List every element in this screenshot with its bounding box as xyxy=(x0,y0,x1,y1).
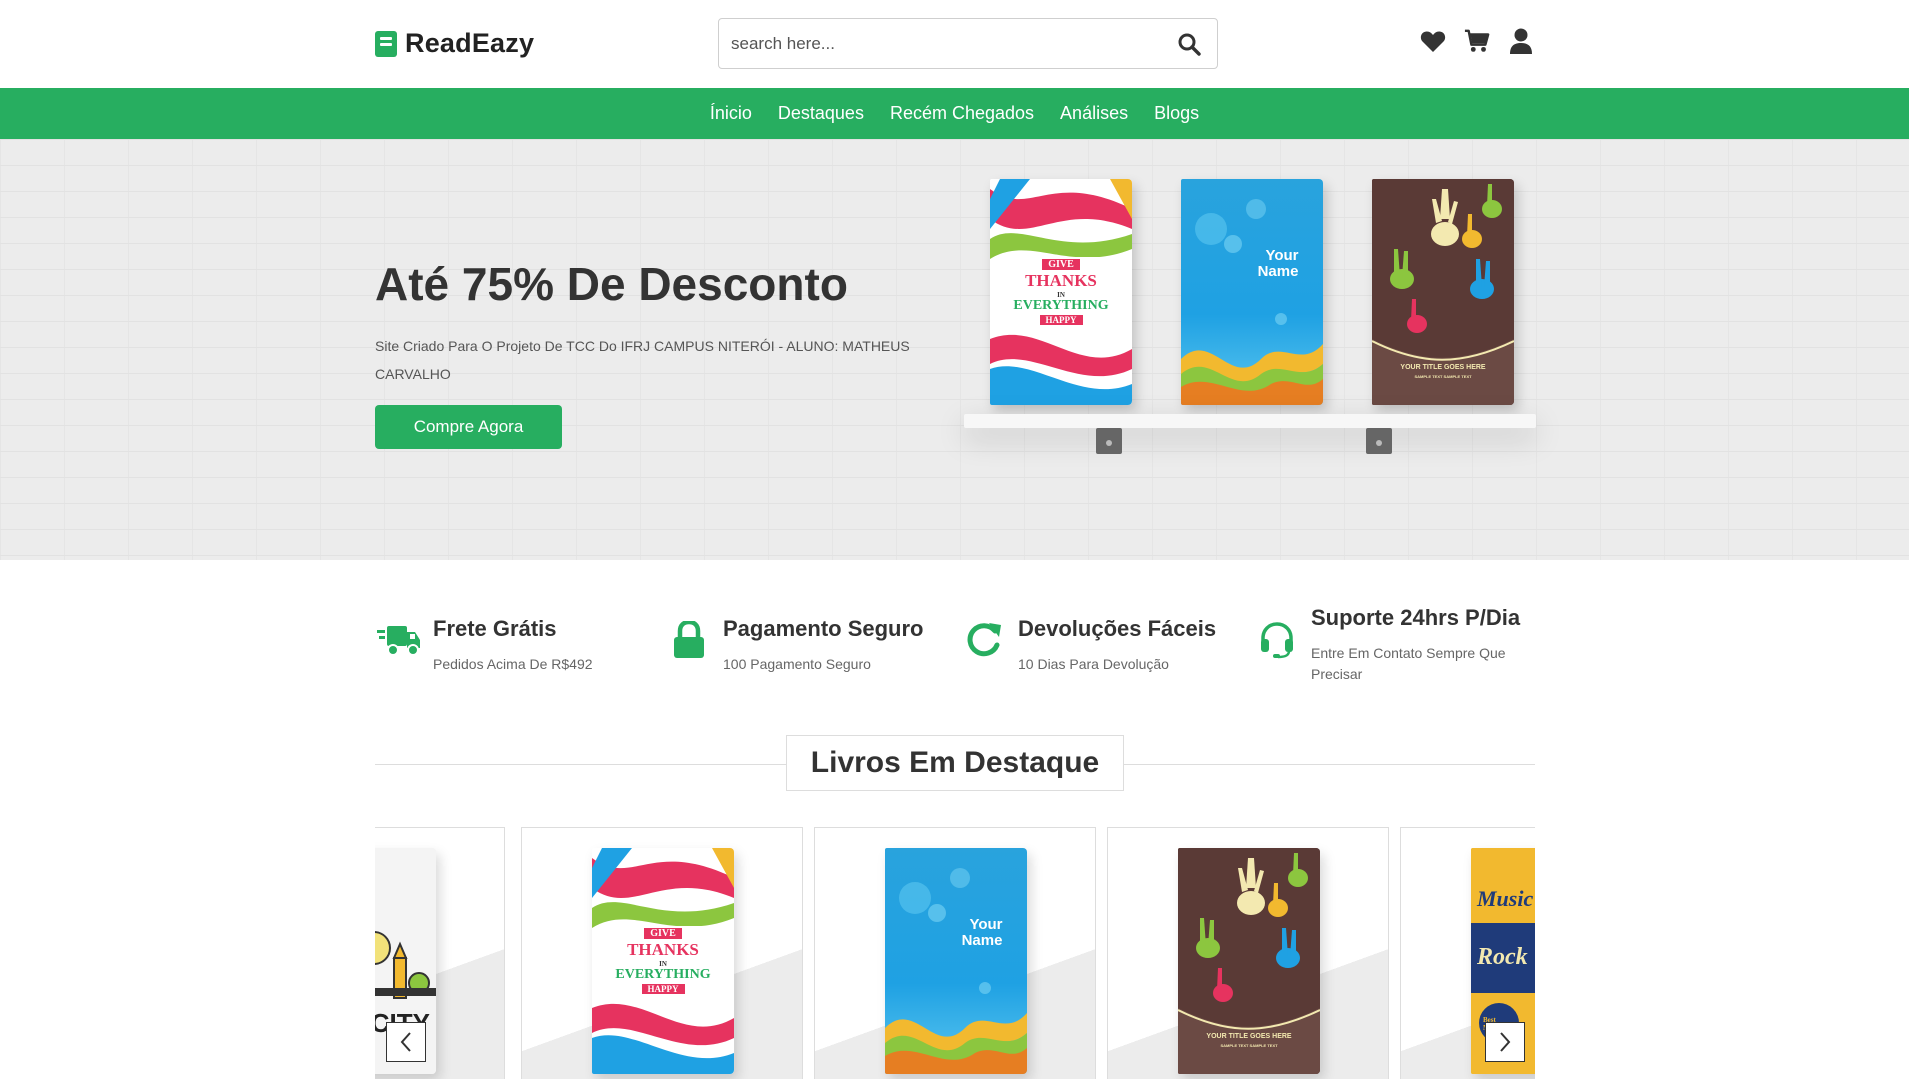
search-button[interactable] xyxy=(1161,19,1217,68)
feature-title: Frete Grátis xyxy=(433,616,557,641)
search-icon xyxy=(1178,33,1201,56)
nav-item-blogs[interactable]: Blogs xyxy=(1154,103,1199,124)
cover-thanks-text: THANKS xyxy=(627,940,699,959)
feature-secure-payment: Pagamento Seguro 100 Pagamento Seguro xyxy=(665,600,923,675)
book-cover-hands: YOUR TITLE GOES HERE SAMPLE TEXT SAMPLE … xyxy=(1178,848,1320,1074)
headset-icon xyxy=(1253,616,1301,664)
shelf-bracket-right xyxy=(1366,428,1392,454)
brand-name: ReadEazy xyxy=(405,28,535,58)
book-card[interactable]: Your Name xyxy=(814,827,1096,1079)
book-cover-art xyxy=(1372,179,1514,405)
cart-icon xyxy=(1464,29,1490,52)
cover-give-text: GIVE xyxy=(644,928,682,939)
logo[interactable]: ReadEazy xyxy=(375,28,534,59)
cover-title-text: YOUR TITLE GOES HERE xyxy=(1206,1033,1292,1040)
carousel-prev-button[interactable] xyxy=(386,1022,426,1062)
cover-everything-text: EVERYTHING xyxy=(1013,298,1109,313)
hero-book-hands[interactable]: YOUR TITLE GOES HERE SAMPLE TEXT SAMPLE … xyxy=(1372,179,1514,405)
cover-name-text: Name xyxy=(961,932,1003,949)
feature-desc: Pedidos Acima De R$492 xyxy=(433,656,593,672)
feature-easy-returns: Devoluções Fáceis 10 Dias Para Devolução xyxy=(960,600,1216,675)
feature-title: Devoluções Fáceis xyxy=(1018,616,1217,641)
nav-item-analises[interactable]: Análises xyxy=(1060,103,1128,124)
feature-support: Suporte 24hrs P/Dia Entre Em Contato Sem… xyxy=(1253,589,1541,685)
truck-icon xyxy=(375,616,423,664)
cover-give-text: GIVE xyxy=(1042,259,1080,270)
cover-name-text: Name xyxy=(1257,263,1299,280)
cover-happy-text: HAPPY xyxy=(641,984,685,994)
cover-your-text: Your xyxy=(969,916,1003,933)
shop-now-button[interactable]: Compre Agora xyxy=(375,405,562,449)
cover-music-text: Music xyxy=(1477,886,1534,911)
cover-sample-text: SAMPLE TEXT SAMPLE TEXT xyxy=(1220,1043,1278,1048)
carousel-next-button[interactable] xyxy=(1485,1022,1525,1062)
hero-title: Até 75% De Desconto xyxy=(375,258,848,310)
book-card[interactable]: YOUR TITLE GOES HERE SAMPLE TEXT SAMPLE … xyxy=(1107,827,1389,1079)
nav-item-recem-chegados[interactable]: Recém Chegados xyxy=(890,103,1034,124)
search-input[interactable] xyxy=(719,19,1161,68)
cover-title-text: YOUR TITLE GOES HERE xyxy=(1400,364,1486,371)
shelf-bracket-left xyxy=(1096,428,1122,454)
book-cover-art xyxy=(1181,199,1323,405)
cover-everything-text: EVERYTHING xyxy=(615,967,711,982)
feature-desc: Entre Em Contato Sempre Que Precisar xyxy=(1311,645,1506,682)
heart-icon xyxy=(1420,31,1446,52)
main-nav: Ínicio Destaques Recém Chegados Análises… xyxy=(0,88,1909,139)
feature-text: Frete Grátis Pedidos Acima De R$492 xyxy=(433,600,593,675)
feature-desc: 10 Dias Para Devolução xyxy=(1018,656,1169,672)
nav-item-inicio[interactable]: Ínicio xyxy=(710,103,752,124)
cover-your-text: Your xyxy=(1265,247,1299,264)
feature-text: Pagamento Seguro 100 Pagamento Seguro xyxy=(723,600,923,675)
feature-text: Devoluções Fáceis 10 Dias Para Devolução xyxy=(1018,600,1216,675)
header-actions xyxy=(1420,28,1534,54)
lock-icon xyxy=(665,616,713,664)
nav-item-destaques[interactable]: Destaques xyxy=(778,103,864,124)
site-header: ReadEazy xyxy=(0,0,1909,88)
user-icon xyxy=(1510,28,1532,54)
book-cover-art xyxy=(1178,848,1320,1074)
hero-book-your-name[interactable]: Your Name xyxy=(1181,179,1323,405)
search-box xyxy=(718,18,1218,69)
book-cover-your-name: Your Name xyxy=(885,848,1027,1074)
featured-books-carousel: T CITY GIVE THANKS IN EVERYTHING HAPPY xyxy=(375,827,1535,1079)
features-row: Frete Grátis Pedidos Acima De R$492 Paga… xyxy=(375,600,1535,700)
cover-thanks-text: THANKS xyxy=(1025,271,1097,290)
feature-desc: 100 Pagamento Seguro xyxy=(723,656,871,672)
feature-title: Pagamento Seguro xyxy=(723,616,924,641)
hero-banner: Até 75% De Desconto Site Criado Para O P… xyxy=(0,139,1909,560)
book-card[interactable]: GIVE THANKS IN EVERYTHING HAPPY xyxy=(521,827,803,1079)
hero-subtitle: Site Criado Para O Projeto De TCC Do IFR… xyxy=(375,338,910,382)
chevron-left-icon xyxy=(400,1032,411,1052)
cover-rock-text: Rock xyxy=(1477,944,1528,970)
cover-happy-text: HAPPY xyxy=(1039,315,1083,325)
account-button[interactable] xyxy=(1508,28,1534,54)
feature-free-shipping: Frete Grátis Pedidos Acima De R$492 xyxy=(375,600,593,675)
book-shelf: GIVE THANKS IN EVERYTHING HAPPY Your Nam… xyxy=(960,179,1540,519)
section-title: Livros Em Destaque xyxy=(786,735,1124,791)
chevron-right-icon xyxy=(1500,1032,1511,1052)
cart-button[interactable] xyxy=(1464,28,1490,54)
shelf-board xyxy=(964,414,1536,428)
book-cover-art xyxy=(885,868,1027,1074)
redo-icon xyxy=(960,616,1008,664)
feature-title: Suporte 24hrs P/Dia xyxy=(1311,605,1521,630)
hero-book-thanks[interactable]: GIVE THANKS IN EVERYTHING HAPPY xyxy=(990,179,1132,405)
cover-sample-text: SAMPLE TEXT SAMPLE TEXT xyxy=(1414,374,1472,379)
wishlist-button[interactable] xyxy=(1420,28,1446,54)
book-cover-thanks: GIVE THANKS IN EVERYTHING HAPPY xyxy=(592,848,734,1074)
book-logo-icon xyxy=(375,30,397,57)
feature-text: Suporte 24hrs P/Dia Entre Em Contato Sem… xyxy=(1311,589,1541,685)
